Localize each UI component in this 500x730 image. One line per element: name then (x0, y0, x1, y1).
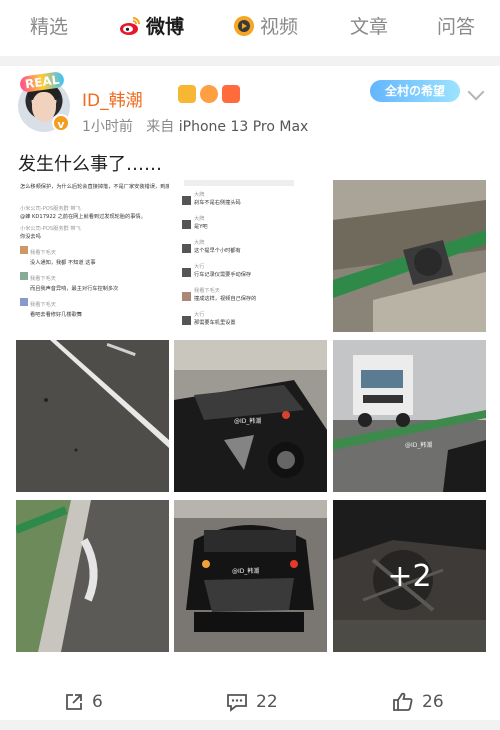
chat1-line-4: 你没去吗 (20, 232, 41, 240)
chat1-line-7: 我看下毛天 (30, 274, 56, 282)
tab-featured-label: 精选 (30, 16, 69, 38)
chat2-line-5: 这个提早个小时都有 (194, 246, 241, 254)
road-photo (16, 340, 169, 492)
chat-avatar (182, 244, 191, 253)
chat2-line-1: 刹车不是右侧撞头码 (194, 198, 241, 206)
chat1-line-0: 怎么移频保护，为什么后轮会直接掉落，不是厂家安装错误，到底是谁 (20, 182, 169, 190)
share-button[interactable]: 6 (64, 692, 103, 712)
megaphone-badge-icon (222, 85, 240, 103)
chat-avatar (182, 268, 191, 277)
photo-broken-rail[interactable] (16, 500, 169, 652)
chat-screenshot-image: 怎么移频保护，为什么后轮会直接掉落，不是厂家安装错误，到底是谁 小米公司-POS… (16, 180, 169, 332)
chat2-line-6: 大行 (194, 262, 204, 270)
photo-chat-screenshot-1[interactable]: 怎么移频保护，为什么后轮会直接掉落，不是厂家安装错误，到底是谁 小米公司-POS… (16, 180, 169, 332)
comment-button[interactable]: 22 (226, 692, 278, 712)
username-link[interactable]: ID_韩潮 (82, 86, 143, 111)
chat1-line-10: 看吧去看修好几楼歌舞 (30, 310, 82, 318)
video-play-icon (234, 15, 254, 36)
chat1-line-2: @蜂 KD17922 之前在网上就看到过发现轮胎的事情。 (20, 212, 146, 220)
like-button[interactable]: 26 (392, 692, 444, 712)
chat-avatar (182, 316, 191, 325)
photo-road[interactable] (16, 340, 169, 492)
chevron-down-icon[interactable] (467, 83, 485, 101)
user-badge-icons (178, 85, 240, 103)
source-prefix: 来自 (146, 119, 175, 135)
chat1-line-9: 我看下毛天 (30, 300, 56, 308)
share-icon (66, 694, 82, 710)
thumbs-up-icon (393, 692, 413, 711)
photo-damage-closeup[interactable]: +2 (333, 500, 486, 652)
chat-screenshot-image: 大牌 刹车不是右侧撞头码 大牌 是Y吧 大牌 这个提早个小时都有 大行 行车记录… (174, 180, 327, 332)
tab-weibo[interactable]: 微博 (118, 12, 184, 39)
section-divider (0, 56, 500, 66)
post-actions: 6 22 26 (0, 692, 500, 722)
chat1-line-3: 小米公司-POS服务群 带飞 (20, 224, 81, 232)
post-time: 1小时前 (82, 119, 133, 135)
weibo-post-card: REAL v ID_韩潮 1小时前 来自 iPhone 13 Pro Max 全… (0, 66, 500, 730)
tab-featured[interactable]: 精选 (30, 12, 68, 39)
chat-avatar (182, 196, 191, 205)
tab-articles-label: 文章 (350, 16, 389, 38)
chat2-line-9: 撞成这样，视频自己保存的 (194, 294, 256, 302)
watermark: @ID_韩潮 (405, 442, 433, 449)
chat2-line-0: 大牌 (194, 190, 204, 198)
photo-damaged-car-side[interactable]: @ID_韩潮 (174, 340, 327, 492)
weibo-logo-icon (120, 16, 140, 35)
fan-badge-icon (200, 85, 218, 103)
tab-qa-label: 问答 (437, 16, 476, 38)
guardrail-photo (333, 180, 486, 332)
chat2-line-2: 大牌 (194, 214, 204, 222)
chat2-line-10: 大行 (194, 310, 204, 318)
crown-badge-icon (178, 85, 196, 103)
chat2-line-8: 我看下毛天 (194, 286, 220, 294)
chat1-line-6: 没人通知，我都 不知道 这事 (30, 258, 96, 266)
tab-articles[interactable]: 文章 (350, 12, 388, 39)
comment-count: 22 (256, 692, 278, 712)
chat-avatar (20, 298, 28, 306)
tab-video-label: 视频 (260, 16, 299, 38)
tab-qa[interactable]: 问答 (437, 12, 475, 39)
source-device: iPhone 13 Pro Max (178, 119, 309, 135)
chat-avatar (182, 292, 191, 301)
like-count: 26 (422, 692, 444, 712)
post-text: 发生什么事了…… (18, 154, 162, 175)
brand-badge: 全村の希望 (370, 80, 460, 102)
chat1-line-5: 我看下毛天 (30, 248, 56, 256)
post-meta: 1小时前 来自 iPhone 13 Pro Max (82, 116, 308, 136)
truck-photo (333, 340, 486, 492)
broken-rail-photo (16, 500, 169, 652)
comment-icon (227, 694, 247, 712)
watermark: @ID_韩潮 (234, 418, 262, 425)
bottom-divider (0, 720, 500, 730)
chat2-line-7: 行车记录仪需要手动保存 (194, 270, 251, 278)
chat2-line-11: 那需要车机里设置 (194, 318, 236, 326)
chat-header-strip (184, 180, 294, 186)
photo-truck[interactable]: @ID_韩潮 (333, 340, 486, 492)
verified-icon: v (52, 114, 70, 132)
photo-guardrail[interactable] (333, 180, 486, 332)
car-rear-photo (174, 500, 327, 652)
chat-avatar (20, 246, 28, 254)
chat1-line-8: 而且我声音异响，最主对行车控制多次 (30, 284, 118, 292)
chat2-line-4: 大牌 (194, 238, 204, 246)
photo-grid: 怎么移频保护，为什么后轮会直接掉落，不是厂家安装错误，到底是谁 小米公司-POS… (16, 180, 486, 652)
chat-avatar (182, 220, 191, 229)
tab-weibo-label: 微博 (146, 16, 185, 38)
more-photos-overlay[interactable]: +2 (333, 500, 486, 652)
watermark: @ID_韩潮 (232, 568, 260, 575)
tab-video[interactable]: 视频 (232, 12, 298, 39)
top-tab-bar: 精选 微博 视频 文章 问答 (0, 0, 500, 56)
share-count: 6 (92, 692, 103, 712)
chat-avatar (20, 272, 28, 280)
chat1-line-1: 小米公司-POS服务群 带飞 (20, 204, 81, 212)
chat2-line-3: 是Y吧 (194, 223, 208, 230)
photo-car-rear[interactable]: @ID_韩潮 (174, 500, 327, 652)
photo-chat-screenshot-2[interactable]: 大牌 刹车不是右侧撞头码 大牌 是Y吧 大牌 这个提早个小时都有 大行 行车记录… (174, 180, 327, 332)
